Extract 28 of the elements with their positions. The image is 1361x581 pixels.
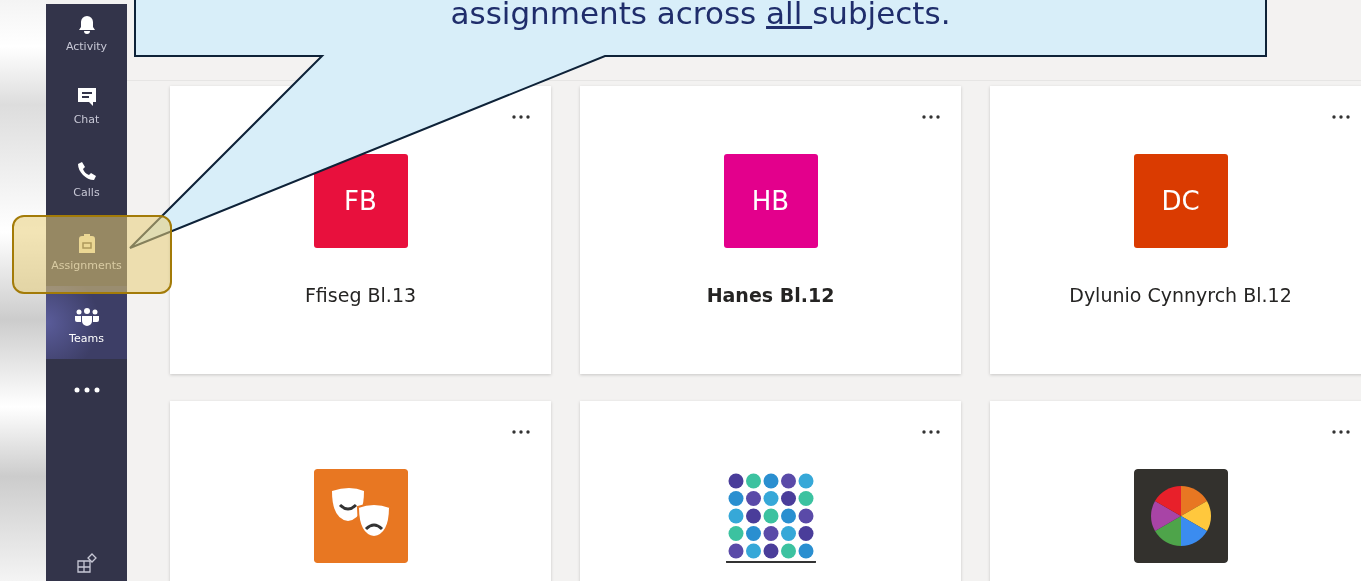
- people-icon: [73, 307, 100, 327]
- team-avatar: DC: [1133, 154, 1228, 248]
- colour-wheel-icon: [1133, 469, 1228, 563]
- team-name: Hanes Bl.12: [706, 284, 835, 306]
- backpack-icon: [77, 232, 96, 254]
- app-bar-item[interactable]: Chat: [46, 67, 127, 140]
- more-options-icon[interactable]: [511, 115, 531, 119]
- more-options-icon[interactable]: [921, 115, 941, 119]
- callout-text: assignments across all subjects.: [449, 0, 952, 33]
- bell-icon: [76, 15, 97, 35]
- phone-icon: [76, 161, 97, 181]
- more-icon[interactable]: [73, 387, 100, 393]
- chat-bubble-icon: [75, 86, 98, 108]
- team-avatar: FB: [313, 154, 408, 248]
- more-options-icon[interactable]: [511, 430, 531, 434]
- more-options-icon[interactable]: [1331, 430, 1351, 434]
- app-bar-item[interactable]: Activity: [46, 4, 127, 67]
- apps-icon[interactable]: [76, 553, 97, 573]
- team-name: Dylunio Cynnyrch Bl.12: [1069, 284, 1292, 306]
- more-options-icon[interactable]: [921, 430, 941, 434]
- theatre-masks-icon: [313, 469, 408, 563]
- team-card[interactable]: DC Dylunio Cynnyrch Bl.12: [990, 86, 1361, 374]
- app-bar-item[interactable]: Calls: [46, 140, 127, 213]
- app-bar-item[interactable]: Teams: [46, 286, 127, 359]
- team-name: Ffiseg Bl.13: [304, 284, 417, 306]
- team-card[interactable]: HB Hanes Bl.12: [580, 86, 961, 374]
- more-options-icon[interactable]: [1331, 115, 1351, 119]
- team-avatar: HB: [723, 154, 818, 248]
